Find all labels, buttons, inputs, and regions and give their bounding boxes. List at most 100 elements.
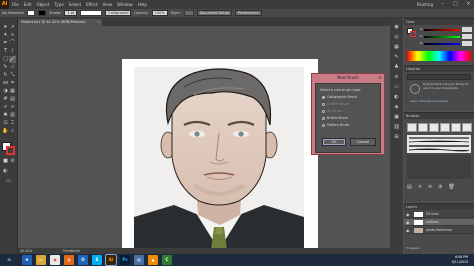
green-value-field[interactable]	[462, 34, 472, 39]
brush-swatch[interactable]	[451, 123, 461, 132]
eyedropper-tool-icon[interactable]: ⌿	[2, 104, 9, 111]
photoshop-icon[interactable]: Ps	[120, 255, 130, 265]
artboards-panel-icon[interactable]: ⊞	[393, 134, 400, 141]
lasso-tool-icon[interactable]: ∿	[9, 32, 16, 39]
layer-row-photo-reference[interactable]: ◉ photo Reference	[404, 227, 474, 234]
free-transform-tool-icon[interactable]: ⌗	[9, 80, 16, 87]
width-tool-icon[interactable]: ⋈	[2, 80, 9, 87]
selection-tool-icon[interactable]: ➤	[2, 24, 9, 31]
workspace-switcher[interactable]: Painting	[417, 2, 433, 7]
illustrator-icon[interactable]: Ai	[106, 255, 116, 265]
menu-window[interactable]: Window	[117, 2, 133, 7]
dialog-close-icon[interactable]: ×	[379, 74, 382, 82]
visibility-eye-icon[interactable]: ◉	[406, 219, 410, 226]
preferences-button[interactable]: Preferences	[235, 10, 262, 16]
outlook-icon[interactable]: O	[78, 255, 88, 265]
skype-icon[interactable]: S	[92, 255, 102, 265]
brush-libraries-menu-icon[interactable]: ▤	[407, 183, 412, 191]
firefox-icon[interactable]: ◍	[64, 255, 74, 265]
brush-swatch[interactable]	[462, 123, 472, 132]
draw-mode-icon[interactable]: ◐	[2, 168, 9, 175]
brush-swatch[interactable]	[429, 123, 439, 132]
radio-calligraphic-brush[interactable]: Calligraphic Brush	[322, 95, 357, 99]
blue-value-field[interactable]	[462, 41, 472, 46]
graphic-styles-panel-icon[interactable]: ▣	[393, 114, 400, 121]
stroke-weight-field[interactable]: 1 pt	[64, 10, 78, 16]
menu-help[interactable]: Help	[138, 2, 147, 7]
brush-options-icon[interactable]: ≡	[428, 183, 432, 191]
eraser-tool-icon[interactable]: ▱	[9, 64, 16, 71]
pencil-tool-icon[interactable]: ✎	[2, 64, 9, 71]
file-explorer-icon[interactable]: ▭	[36, 255, 46, 265]
paintbrush-tool-icon[interactable]: 🖌	[9, 56, 16, 63]
artboard[interactable]	[122, 59, 318, 250]
none-mode-icon[interactable]: ⊘	[9, 158, 16, 165]
start-icon[interactable]: ⊞	[4, 255, 14, 265]
menu-view[interactable]: View	[103, 2, 113, 7]
brush-swatch[interactable]	[440, 123, 450, 132]
chrome-icon[interactable]: ◉	[50, 255, 60, 265]
line-tool-icon[interactable]: /	[9, 48, 16, 55]
remove-brush-stroke-icon[interactable]: ✕	[418, 183, 422, 191]
brush-swatch[interactable]	[418, 123, 428, 132]
variable-width-profile[interactable]	[80, 10, 103, 16]
symbols-panel-icon[interactable]: ♣	[393, 64, 400, 71]
gradient-tool-icon[interactable]: ▤	[9, 96, 16, 103]
radio-bristle-brush[interactable]: Bristle Brush	[322, 116, 348, 120]
red-value-field[interactable]	[462, 27, 472, 32]
vlc-icon[interactable]: ▲	[148, 255, 158, 265]
fill-swatch[interactable]	[27, 10, 36, 16]
gradient-panel-icon[interactable]: ▭	[393, 84, 400, 91]
system-clock[interactable]: 6:08 PM 9/11/2015	[452, 255, 468, 265]
swatches-panel-icon[interactable]: ▦	[393, 44, 400, 51]
maximize-icon[interactable]: □	[452, 1, 459, 8]
document-setup-button[interactable]: Document Setup	[196, 10, 233, 16]
menu-file[interactable]: File	[12, 2, 19, 7]
green-slider[interactable]	[424, 36, 460, 38]
artboard-tool-icon[interactable]: ⊡	[2, 120, 9, 127]
symbol-sprayer-tool-icon[interactable]: ✺	[2, 112, 9, 119]
slice-tool-icon[interactable]: ⌶	[9, 120, 16, 127]
direct-selection-tool-icon[interactable]: ⇗	[9, 24, 16, 31]
color-panel-icon[interactable]: ◉	[393, 24, 400, 31]
type-tool-icon[interactable]: T	[2, 48, 9, 55]
radio-pattern-brush[interactable]: Pattern Brush	[322, 123, 349, 127]
blue-slider[interactable]	[424, 43, 460, 45]
visibility-eye-icon[interactable]: ◉	[406, 211, 410, 218]
blend-tool-icon[interactable]: ∞	[9, 104, 16, 111]
layer-row-outlines[interactable]: ◉ outlines	[404, 219, 474, 226]
perspective-grid-tool-icon[interactable]: ▦	[9, 88, 16, 95]
ok-button[interactable]: OK	[322, 138, 346, 146]
mesh-tool-icon[interactable]: #	[2, 96, 9, 103]
zoom-tool-icon[interactable]: ⌕	[9, 128, 16, 135]
cancel-button[interactable]: Cancel	[350, 138, 376, 146]
menu-object[interactable]: Object	[36, 2, 49, 7]
menu-edit[interactable]: Edit	[24, 2, 32, 7]
column-graph-tool-icon[interactable]: ▥	[9, 112, 16, 119]
opacity-field[interactable]: 100%	[151, 10, 168, 16]
brush-definition-field[interactable]: Calligraphic	[105, 10, 132, 16]
close-icon[interactable]: ×	[465, 1, 472, 8]
new-brush-icon[interactable]: ⊕	[438, 183, 442, 191]
internet-explorer-icon[interactable]: e	[22, 255, 32, 265]
document-tab[interactable]: PosterLeo1 @ 44.42% (RGB/Preview) ×	[18, 19, 102, 26]
stroke-swatch[interactable]	[38, 10, 47, 16]
rotate-tool-icon[interactable]: ↻	[2, 72, 9, 79]
brush-swatch[interactable]	[407, 123, 417, 132]
delete-brush-icon[interactable]: 🗑	[448, 183, 454, 191]
library-dropdown[interactable]	[407, 74, 471, 80]
camtasia-icon[interactable]: C	[162, 255, 172, 265]
menu-select[interactable]: Select	[69, 2, 81, 7]
magic-wand-tool-icon[interactable]: ✦	[2, 32, 9, 39]
curvature-tool-icon[interactable]: ⌒	[9, 40, 16, 47]
red-slider[interactable]	[424, 29, 460, 31]
transparency-panel-icon[interactable]: ◐	[393, 94, 400, 101]
color-spectrum[interactable]	[407, 51, 471, 61]
links-panel-icon[interactable]: ⛓	[393, 124, 400, 131]
scale-tool-icon[interactable]: ⤡	[9, 72, 16, 79]
graphic-style-picker[interactable]	[183, 10, 194, 16]
brush-stroke-preview-list[interactable]	[407, 135, 471, 153]
color-mode-icon[interactable]: ■	[2, 158, 9, 165]
color-guide-panel-icon[interactable]: ◎	[393, 34, 400, 41]
shape-builder-tool-icon[interactable]: ◑	[2, 88, 9, 95]
